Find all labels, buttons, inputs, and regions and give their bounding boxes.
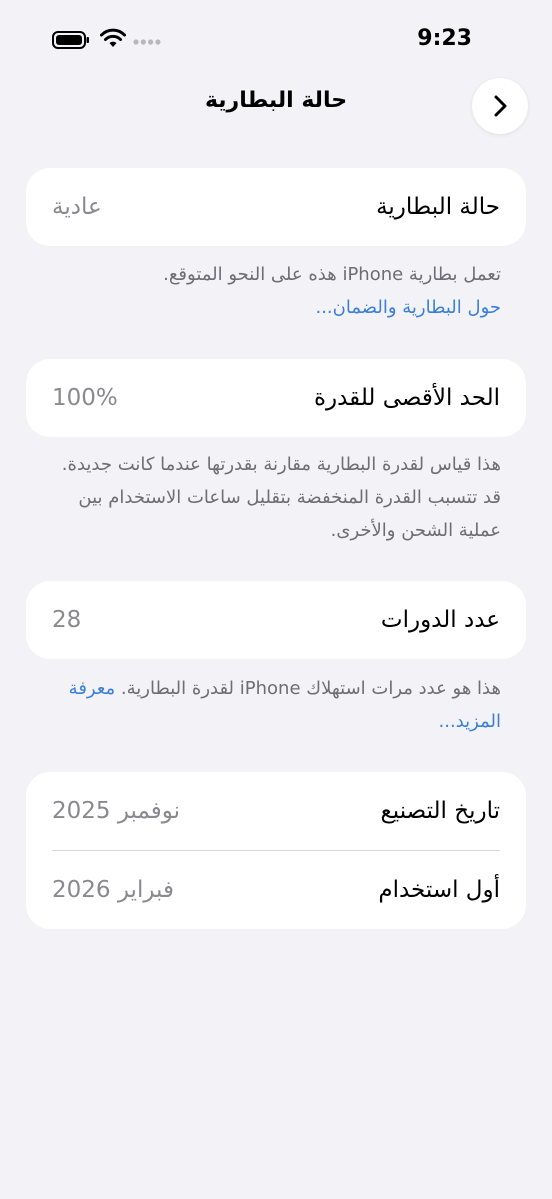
manufacture-date-value: نوفمبر 2025 <box>52 798 181 824</box>
battery-health-value: عادية <box>52 194 102 220</box>
cycle-count-footnote: هذا هو عدد مرات استهلاك iPhone لقدرة الب… <box>52 672 501 738</box>
cycle-count-value: 28 <box>52 607 82 633</box>
max-capacity-label: الحد الأقصى للقدرة <box>313 385 500 411</box>
first-use-value: فبراير 2026 <box>52 877 174 903</box>
status-time: 9:23 <box>417 26 472 51</box>
cycle-count-footnote-text: هذا هو عدد مرات استهلاك iPhone لقدرة الب… <box>120 678 501 699</box>
first-use-label: أول استخدام <box>378 877 500 903</box>
max-capacity-card: الحد الأقصى للقدرة 100% <box>26 359 526 437</box>
max-capacity-row: الحد الأقصى للقدرة 100% <box>26 359 526 437</box>
battery-health-card: حالة البطارية عادية <box>26 168 526 246</box>
wifi-icon <box>100 28 126 47</box>
battery-warranty-link[interactable]: حول البطارية والضمان... <box>315 297 501 318</box>
first-use-row: أول استخدام فبراير 2026 <box>26 851 526 929</box>
max-capacity-value: 100% <box>52 385 118 411</box>
back-button[interactable] <box>472 78 528 134</box>
cycle-count-label: عدد الدورات <box>380 607 500 633</box>
page-title: حالة البطارية <box>204 88 348 113</box>
cycle-count-row: عدد الدورات 28 <box>26 581 526 659</box>
status-bar: 9:23 <box>0 0 552 80</box>
manufacture-date-row: تاريخ التصنيع نوفمبر 2025 <box>26 772 526 850</box>
manufacture-date-label: تاريخ التصنيع <box>380 798 500 824</box>
dates-card: تاريخ التصنيع نوفمبر 2025 أول استخدام فب… <box>26 772 526 929</box>
battery-health-row: حالة البطارية عادية <box>26 168 526 246</box>
cycle-count-card: عدد الدورات 28 <box>26 581 526 659</box>
battery-health-footnote-text: تعمل بطارية iPhone هذه على النحو المتوقع… <box>163 264 501 285</box>
cellular-signal-icon <box>133 39 161 45</box>
battery-health-footnote: تعمل بطارية iPhone هذه على النحو المتوقع… <box>52 258 501 324</box>
max-capacity-footnote-text: هذا قياس لقدرة البطارية مقارنة بقدرتها ع… <box>61 454 501 541</box>
chevron-right-icon <box>494 95 507 117</box>
max-capacity-footnote: هذا قياس لقدرة البطارية مقارنة بقدرتها ع… <box>52 448 501 547</box>
battery-icon <box>52 31 89 49</box>
battery-health-label: حالة البطارية <box>376 194 500 220</box>
